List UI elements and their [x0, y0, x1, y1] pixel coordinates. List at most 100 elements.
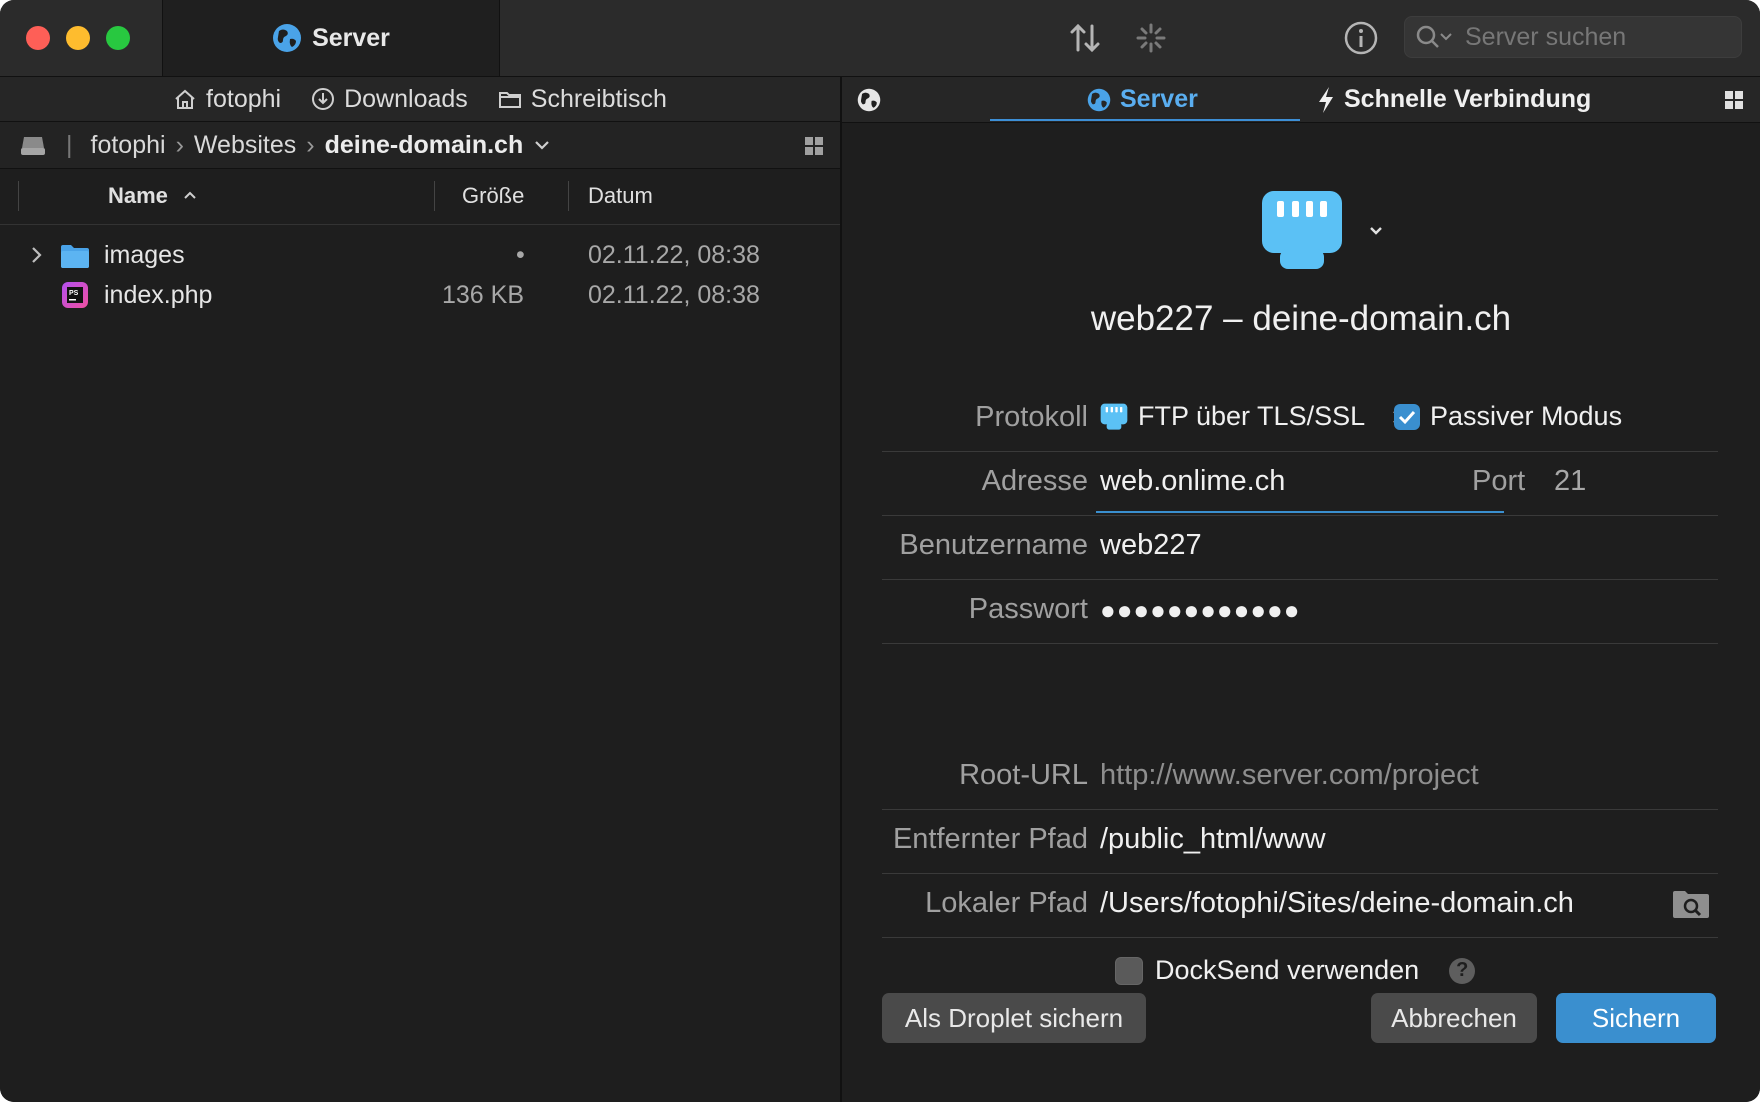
chevron-down-icon[interactable]	[1368, 225, 1384, 237]
favorites-bar: fotophi Downloads Schreibtisch	[0, 77, 840, 122]
favorite-home-label: fotophi	[206, 84, 282, 113]
active-tab-indicator	[990, 119, 1300, 121]
file-date: 02.11.22, 08:38	[588, 281, 760, 309]
breadcrumb-item-current[interactable]: deine-domain.ch	[325, 131, 524, 160]
favorite-desktop[interactable]: Schreibtisch	[498, 85, 667, 114]
php-file-icon: PS	[62, 282, 88, 308]
file-name: images	[104, 241, 185, 269]
docksend-label: DockSend verwenden	[1155, 955, 1420, 985]
tab-server[interactable]: Server	[162, 0, 500, 76]
local-browser-pane: fotophi Downloads Schreibtisch | fotophi…	[0, 77, 842, 1102]
lightning-icon	[1319, 86, 1333, 113]
svg-text:PS: PS	[69, 290, 79, 297]
tab-server-form[interactable]: Server	[1086, 77, 1198, 122]
server-type-icon	[1100, 403, 1128, 430]
password-input[interactable]: ●●●●●●●●●●●●	[1100, 595, 1300, 626]
activity-spinner-icon[interactable]	[1133, 20, 1169, 56]
column-divider	[434, 181, 435, 211]
file-size: 136 KB	[442, 281, 525, 309]
file-row-index-php[interactable]: PS index.php 136 KB 02.11.22, 08:38	[0, 275, 840, 315]
passive-mode-checkbox[interactable]: Passiver Modus	[1394, 401, 1622, 432]
info-icon[interactable]	[1343, 20, 1379, 56]
breadcrumb: | fotophi › Websites › deine-domain.ch	[0, 122, 840, 169]
root-url-row: Root-URL http://www.server.com/project	[882, 745, 1718, 810]
passive-mode-label: Passiver Modus	[1430, 401, 1623, 431]
cancel-button[interactable]: Abbrechen	[1371, 993, 1537, 1043]
file-name: index.php	[104, 281, 213, 309]
remote-path-row: Entfernter Pfad /public_html/www	[882, 809, 1718, 874]
globe-icon[interactable]	[856, 87, 882, 113]
root-url-input[interactable]: http://www.server.com/project	[1100, 759, 1479, 792]
tab-server-label: Server	[312, 23, 390, 52]
server-type-icon[interactable]	[1260, 189, 1344, 273]
column-name[interactable]: Name	[108, 183, 168, 209]
grid-view-icon[interactable]	[804, 136, 824, 156]
favorite-downloads[interactable]: Downloads	[311, 85, 468, 114]
protocol-value: FTP über TLS/SSL	[1138, 401, 1366, 431]
protocol-row: Protokoll FTP über TLS/SSL Passiver Modu…	[882, 387, 1718, 452]
local-path-row: Lokaler Pfad /Users/fotophi/Sites/deine-…	[882, 873, 1718, 938]
search-icon	[1416, 25, 1452, 48]
grid-view-icon[interactable]	[1724, 90, 1744, 110]
file-list-header: Name Größe Datum	[0, 169, 840, 225]
port-input[interactable]: 21	[1554, 465, 1586, 498]
minimize-window-button[interactable]	[66, 26, 90, 50]
username-label: Benutzername	[899, 529, 1088, 561]
download-icon	[312, 88, 335, 110]
save-button[interactable]: Sichern	[1556, 993, 1716, 1043]
help-icon[interactable]: ?	[1449, 957, 1476, 984]
breadcrumb-item-fotophi[interactable]: fotophi	[91, 131, 166, 160]
file-size: •	[516, 241, 525, 269]
server-search-field[interactable]	[1404, 16, 1742, 58]
username-input[interactable]: web227	[1100, 529, 1202, 562]
zoom-window-button[interactable]	[106, 26, 130, 50]
local-path-label: Lokaler Pfad	[925, 887, 1088, 919]
column-size[interactable]: Größe	[462, 183, 524, 209]
port-label: Port	[1472, 465, 1526, 497]
chevron-right-icon: ›	[175, 130, 184, 159]
column-divider	[18, 181, 19, 211]
column-divider	[568, 181, 569, 211]
tab-server-form-label: Server	[1120, 85, 1198, 113]
server-title: web227 – deine-domain.ch	[1090, 299, 1512, 338]
local-path-input[interactable]: /Users/fotophi/Sites/deine-domain.ch	[1100, 887, 1574, 920]
app-window: Server Server suchen fotophi Downloads S…	[0, 0, 1760, 1102]
remote-path-input[interactable]: /public_html/www	[1100, 823, 1326, 856]
browse-folder-icon[interactable]	[1672, 889, 1710, 919]
column-date[interactable]: Datum	[588, 183, 653, 209]
chevron-down-icon[interactable]	[533, 139, 551, 151]
breadcrumb-item-websites[interactable]: Websites	[194, 131, 296, 160]
address-label: Adresse	[981, 465, 1088, 497]
chevron-right-icon: ›	[306, 130, 315, 159]
disclosure-triangle-icon[interactable]	[30, 245, 44, 265]
file-date: 02.11.22, 08:38	[588, 241, 760, 269]
folder-icon	[498, 92, 521, 108]
sort-ascending-icon	[184, 191, 196, 199]
checkbox-checked[interactable]	[1394, 403, 1420, 430]
password-label: Passwort	[968, 593, 1088, 625]
protocol-label: Protokoll	[975, 401, 1088, 433]
docksend-checkbox[interactable]: DockSend verwenden ?	[1115, 955, 1476, 986]
globe-icon	[1087, 88, 1111, 111]
favorite-downloads-label: Downloads	[344, 84, 468, 113]
remote-path-label: Entfernter Pfad	[892, 823, 1088, 855]
save-as-droplet-button[interactable]: Als Droplet sichern	[882, 993, 1146, 1043]
checkbox-unchecked[interactable]	[1115, 956, 1143, 985]
tab-quick-connect[interactable]: Schnelle Verbindung	[1316, 77, 1591, 122]
disk-icon[interactable]	[20, 134, 46, 156]
globe-icon	[273, 24, 302, 52]
favorite-home[interactable]: fotophi	[173, 85, 281, 114]
home-icon	[175, 89, 195, 109]
protocol-select[interactable]: FTP über TLS/SSL	[1100, 401, 1411, 432]
address-input[interactable]: web.onlime.ch	[1100, 465, 1285, 498]
title-bar: Server	[0, 0, 1760, 77]
folder-icon	[61, 245, 89, 268]
close-window-button[interactable]	[26, 26, 50, 50]
focus-underline	[1096, 511, 1504, 513]
checkmark-icon	[1398, 410, 1416, 424]
search-input[interactable]	[1463, 21, 1737, 53]
root-url-label: Root-URL	[959, 759, 1088, 791]
transfer-arrows-icon[interactable]	[1067, 20, 1103, 56]
username-row: Benutzername web227	[882, 515, 1718, 580]
file-row-images[interactable]: images • 02.11.22, 08:38	[0, 235, 840, 275]
